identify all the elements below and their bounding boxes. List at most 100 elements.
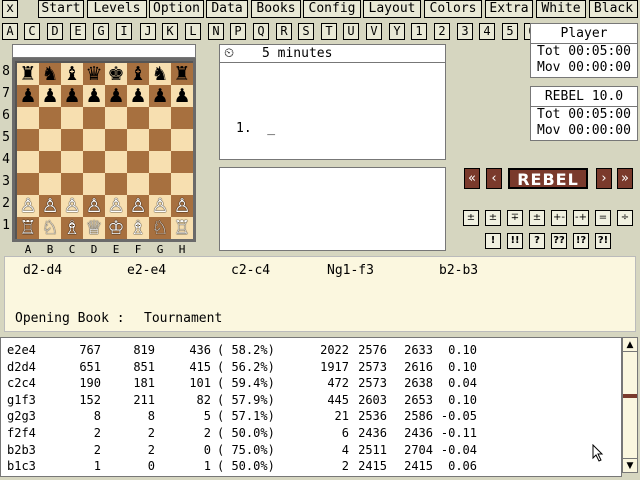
eval-symbol-button[interactable]: ± <box>529 210 545 226</box>
annotation-button[interactable]: ? <box>529 233 545 249</box>
black-piece[interactable]: ♝ <box>127 63 149 85</box>
board-square[interactable] <box>127 173 149 195</box>
key-button-14[interactable]: S <box>298 23 314 40</box>
key-button-16[interactable]: U <box>343 23 359 40</box>
black-piece[interactable]: ♟ <box>39 85 61 107</box>
key-button-5[interactable]: G <box>93 23 109 40</box>
book-move-3[interactable]: c2-c4 <box>231 263 270 278</box>
board-square[interactable] <box>149 107 171 129</box>
annotation-button[interactable]: ! <box>485 233 501 249</box>
chess-board[interactable]: ♜ ♞ ♝ ♛ ♚ ♝ ♞ ♜ ♟ ♟ ♟ ♟ ♟ ♟ ♟ ♟ ♙ ♙ ♙ ♙ ♙ ♙ ♙ ♙ ♖ ♘ ♗ ♕ ♔ ♗ ♘ ♖ <box>12 58 196 242</box>
menu-extra[interactable]: Extra <box>485 0 533 18</box>
board-square[interactable] <box>105 107 127 129</box>
book-move-2[interactable]: e2-e4 <box>127 263 166 278</box>
board-square[interactable] <box>39 129 61 151</box>
key-button-3[interactable]: D <box>47 23 63 40</box>
white-piece[interactable]: ♕ <box>83 217 105 239</box>
key-button-15[interactable]: T <box>321 23 337 40</box>
table-row[interactable]: d2d4 651 851 415 ( 56.2%) 1917 2573 2616 0.10 <box>7 360 617 376</box>
eval-symbol-button[interactable]: ÷ <box>617 210 633 226</box>
menu-data[interactable]: Data <box>206 0 248 18</box>
board-square[interactable] <box>17 151 39 173</box>
board-square[interactable] <box>83 129 105 151</box>
white-piece[interactable]: ♖ <box>17 217 39 239</box>
last-move-button[interactable]: » <box>617 168 633 189</box>
scroll-thumb[interactable] <box>623 394 637 398</box>
rebel-logo-button[interactable]: REBEL <box>508 168 588 189</box>
menu-layout[interactable]: Layout <box>363 0 421 18</box>
annotation-button[interactable]: !! <box>507 233 523 249</box>
eval-symbol-button[interactable]: ± <box>485 210 501 226</box>
key-button-21[interactable]: 3 <box>457 23 473 40</box>
eval-symbol-button[interactable]: = <box>595 210 611 226</box>
key-button-9[interactable]: L <box>185 23 201 40</box>
black-piece[interactable]: ♟ <box>127 85 149 107</box>
board-square[interactable] <box>61 107 83 129</box>
key-button-13[interactable]: R <box>276 23 292 40</box>
prev-move-button[interactable]: ‹ <box>486 168 502 189</box>
board-square[interactable] <box>61 173 83 195</box>
table-row[interactable]: g2g3 8 8 5 ( 57.1%) 21 2536 2586 -0.05 <box>7 409 617 425</box>
menu-black[interactable]: Black <box>589 0 638 18</box>
white-piece[interactable]: ♖ <box>171 217 193 239</box>
key-button-7[interactable]: J <box>140 23 156 40</box>
key-button-19[interactable]: 1 <box>411 23 427 40</box>
table-row[interactable]: b2b3 2 2 0 ( 75.0%) 4 2511 2704 -0.04 <box>7 443 617 459</box>
black-piece[interactable]: ♟ <box>83 85 105 107</box>
key-button-8[interactable]: K <box>162 23 178 40</box>
key-button-1[interactable]: A <box>2 23 18 40</box>
white-piece[interactable]: ♔ <box>105 217 127 239</box>
board-square[interactable] <box>61 129 83 151</box>
white-piece[interactable]: ♙ <box>105 195 127 217</box>
board-square[interactable] <box>105 173 127 195</box>
board-square[interactable] <box>39 107 61 129</box>
menu-start[interactable]: Start <box>38 0 84 18</box>
eval-symbol-button[interactable]: ∓ <box>507 210 523 226</box>
board-square[interactable] <box>171 107 193 129</box>
white-piece[interactable]: ♙ <box>17 195 39 217</box>
table-row[interactable]: b1c3 1 0 1 ( 50.0%) 2 2415 2415 0.06 <box>7 459 617 475</box>
menu-config[interactable]: Config <box>303 0 361 18</box>
menu-white[interactable]: White <box>536 0 586 18</box>
key-button-11[interactable]: P <box>230 23 246 40</box>
book-move-1[interactable]: d2-d4 <box>23 263 62 278</box>
key-button-17[interactable]: V <box>366 23 382 40</box>
board-square[interactable] <box>171 151 193 173</box>
book-move-5[interactable]: b2-b3 <box>439 263 478 278</box>
menu-books[interactable]: Books <box>251 0 301 18</box>
eval-symbol-button[interactable]: +- <box>551 210 567 226</box>
board-square[interactable] <box>39 173 61 195</box>
scroll-up-arrow-icon[interactable]: ▲ <box>623 338 637 352</box>
board-square[interactable] <box>105 129 127 151</box>
menu-levels[interactable]: Levels <box>87 0 147 18</box>
black-piece[interactable]: ♞ <box>149 63 171 85</box>
table-row[interactable]: e2e4 767 819 436 ( 58.2%) 2022 2576 2633 0.10 <box>7 343 617 359</box>
white-piece[interactable]: ♗ <box>61 217 83 239</box>
board-square[interactable] <box>83 173 105 195</box>
board-square[interactable] <box>127 151 149 173</box>
first-move-button[interactable]: « <box>464 168 480 189</box>
menu-colors[interactable]: Colors <box>424 0 482 18</box>
eval-symbol-button[interactable]: ± <box>463 210 479 226</box>
board-square[interactable] <box>83 107 105 129</box>
book-move-4[interactable]: Ng1-f3 <box>327 263 374 278</box>
key-button-2[interactable]: C <box>24 23 40 40</box>
board-square[interactable] <box>17 107 39 129</box>
board-square[interactable] <box>17 173 39 195</box>
white-piece[interactable]: ♘ <box>149 217 171 239</box>
annotation-button[interactable]: ?? <box>551 233 567 249</box>
black-piece[interactable]: ♟ <box>171 85 193 107</box>
board-square[interactable] <box>17 129 39 151</box>
black-piece[interactable]: ♚ <box>105 63 127 85</box>
white-piece[interactable]: ♙ <box>39 195 61 217</box>
key-button-10[interactable]: N <box>208 23 224 40</box>
key-button-12[interactable]: Q <box>253 23 269 40</box>
board-square[interactable] <box>61 151 83 173</box>
black-piece[interactable]: ♟ <box>61 85 83 107</box>
scroll-down-arrow-icon[interactable]: ▼ <box>623 458 637 472</box>
next-move-button[interactable]: › <box>596 168 612 189</box>
black-piece[interactable]: ♟ <box>149 85 171 107</box>
black-piece[interactable]: ♜ <box>171 63 193 85</box>
board-square[interactable] <box>127 129 149 151</box>
annotation-button[interactable]: !? <box>573 233 589 249</box>
